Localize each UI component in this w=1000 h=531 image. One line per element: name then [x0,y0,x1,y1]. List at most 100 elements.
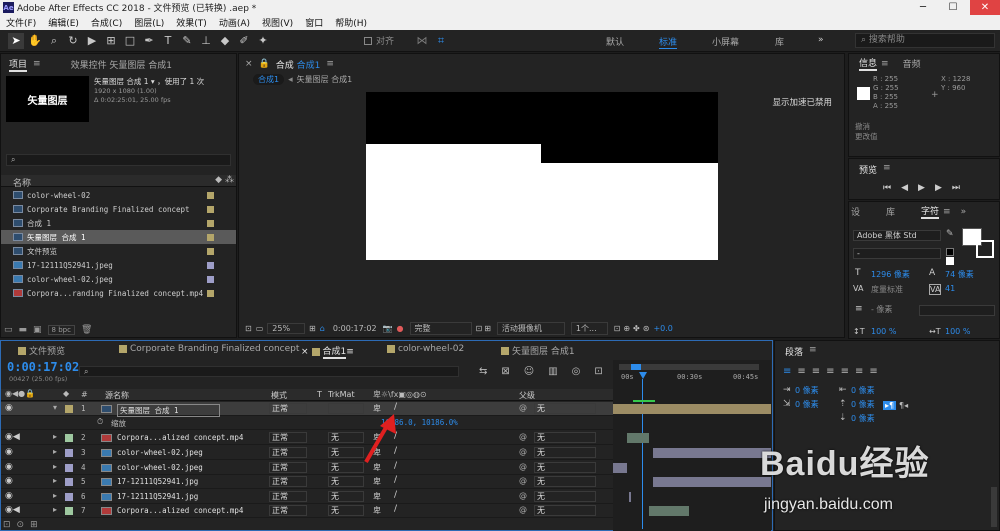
pickwhip-icon[interactable]: @ [519,476,527,485]
label-color-swatch[interactable] [207,219,214,227]
tab-menu-icon[interactable]: ≡ [809,345,817,355]
trash-icon[interactable]: 🗑 [81,325,92,335]
quality-switch-icon[interactable]: / [394,475,397,485]
justify-last-left-icon[interactable]: ≡ [826,366,834,377]
align-right-icon[interactable]: ≡ [812,366,820,377]
timing-controls-icon[interactable]: ⊞ [30,520,38,530]
font-style-dropdown[interactable]: - [853,248,941,259]
shy-switch-icon[interactable]: 卑 [373,491,381,502]
playhead-marker[interactable] [639,372,647,379]
column-mode[interactable]: 模式 [271,390,287,401]
parent-dropdown[interactable]: 无 [534,491,596,502]
shy-switch-icon[interactable]: 卑 [373,505,381,516]
font-size-value[interactable]: 1296 像素 [871,269,910,280]
label-column-icon[interactable]: ◆ [63,389,69,398]
tab-audio[interactable]: 音频 [903,57,921,70]
tab-paragraph[interactable]: 段落 [785,345,803,358]
type-column-icon[interactable]: ⁂ [225,175,234,185]
breadcrumb-vector-comp[interactable]: 矢量图层 合成1 [297,74,353,85]
twirl-icon[interactable]: ▸ [53,476,57,485]
layer-1-bar[interactable] [613,404,771,414]
next-frame-icon[interactable]: ▶ [935,183,942,193]
pen-tool-icon[interactable]: ✒ [141,33,157,49]
play-icon[interactable]: ▶ [918,183,925,193]
bpc-button[interactable]: 8 bpc [47,325,75,335]
rtl-direction-icon[interactable]: ¶◂ [899,401,908,410]
label-color-swatch[interactable] [207,289,214,297]
views-dropdown[interactable]: 1个... [570,321,608,335]
transfer-controls-icon[interactable]: ⊙ [17,520,25,530]
align-left-icon[interactable]: ≡ [783,366,791,377]
label-color-swatch[interactable] [207,191,214,199]
justify-all-icon[interactable]: ≡ [869,366,877,377]
minimize-button[interactable]: ─ [908,0,938,15]
draft-3d-icon[interactable]: ⊠ [501,366,509,377]
region-icon[interactable]: ⊡ [476,324,483,333]
stroke-width-value[interactable]: - 像素 [871,304,892,315]
visibility-eye-icon[interactable]: ◉ [5,476,13,486]
project-item[interactable]: color-wheel-02.jpeg [1,272,236,286]
graph-editor-icon[interactable]: ⊡ [594,366,602,377]
project-item[interactable]: Corpora...randing Finalized concept.mp4 [1,286,236,300]
blend-mode-dropdown[interactable]: 正常 [269,432,307,443]
layer-row[interactable]: ◉ ▸ 3 color-wheel-02.jpeg 正常无卑 / @ 无 [1,446,613,460]
ltr-direction-icon[interactable]: ▸¶ [883,401,897,410]
pickwhip-icon[interactable]: @ [519,491,527,500]
timeline-tab[interactable]: color-wheel-02 [384,344,464,354]
twirl-icon[interactable]: ▸ [53,505,57,514]
pickwhip-icon[interactable]: @ [519,505,527,514]
label-column-icon[interactable]: ◆ [215,175,222,185]
frame-blending-icon[interactable]: ▥ [548,366,557,377]
justify-last-right-icon[interactable]: ≡ [855,366,863,377]
snap-icon[interactable]: ⋈ [414,33,430,49]
puppet-tool-icon[interactable]: ✦ [255,33,271,49]
layer-row[interactable]: ◉ ▸ 5 17-12111Q52941.jpg 正常无卑 / @ 无 [1,475,613,489]
font-family-dropdown[interactable]: Adobe 黑体 Std [853,230,941,241]
tab-effects-presets[interactable]: 设 [851,205,860,218]
work-area-start[interactable] [631,364,641,370]
breadcrumb-comp1[interactable]: 合成1 [253,74,285,85]
parent-dropdown[interactable]: 无 [534,505,596,516]
pickwhip-icon[interactable]: @ [519,447,527,456]
layer-7-bar[interactable] [649,506,689,516]
twirl-icon[interactable]: ▸ [53,447,57,456]
visibility-eye-icon[interactable]: ◉ [5,462,13,472]
blend-mode-dropdown[interactable]: 正常 [269,403,307,414]
label-color-swatch[interactable] [207,275,214,283]
layer-switches-toggle-icon[interactable]: ⊡ [3,520,11,530]
visibility-eye-icon[interactable]: ◉ [5,447,13,457]
snapshot-icon[interactable]: 📷 [383,324,393,333]
layer-row[interactable]: ◉ ▸ 6 17-12111Q52941.jpg 正常无卑 / @ 无 [1,490,613,504]
close-tab-icon[interactable]: × [301,347,309,357]
column-number[interactable]: # [81,390,88,399]
pan-behind-tool-icon[interactable]: ⊞ [103,33,119,49]
layer-5-bar[interactable] [653,477,771,487]
tab-info[interactable]: 信息 [859,56,878,71]
comp-viewer[interactable] [366,92,718,260]
visibility-eye-icon[interactable]: ◉ [5,403,13,413]
column-source-name[interactable]: 源名称 [105,390,129,401]
interpret-footage-icon[interactable]: ▭ [4,325,13,335]
parent-dropdown[interactable]: 无 [534,476,596,487]
layer-3-bar[interactable] [653,448,771,458]
tab-menu-icon[interactable]: ≡ [883,163,891,173]
layer-label-color[interactable] [65,493,73,501]
blend-mode-dropdown[interactable]: 正常 [269,447,307,458]
tab-composition[interactable]: 合成 合成1 [276,58,321,71]
timeline-tab[interactable]: 文件预览 [15,344,65,357]
quality-switch-icon[interactable]: / [394,504,397,514]
reset-exposure-icon[interactable]: ⊕ [623,324,630,333]
quality-dropdown[interactable]: 完整 [409,321,472,335]
layer-row[interactable]: ◉◀ ▸ 2 Corpora...alized concept.mp4 正常无卑 / @ 无 [1,431,613,445]
blend-mode-dropdown[interactable]: 正常 [269,462,307,473]
pickwhip-icon[interactable]: @ [519,462,527,471]
brush-tool-icon[interactable]: ✎ [179,33,195,49]
label-color-swatch[interactable] [207,247,214,255]
prev-frame-icon[interactable]: ◀ [901,183,908,193]
new-folder-icon[interactable]: ▬ [19,325,28,335]
label-color-swatch[interactable] [207,233,214,241]
transparency-grid-icon[interactable]: ⊞ [484,324,491,333]
workspace-more-icon[interactable]: » [818,35,824,45]
hand-tool-icon[interactable]: ✋ [27,33,43,49]
shy-icon[interactable]: ☺ [524,366,534,377]
